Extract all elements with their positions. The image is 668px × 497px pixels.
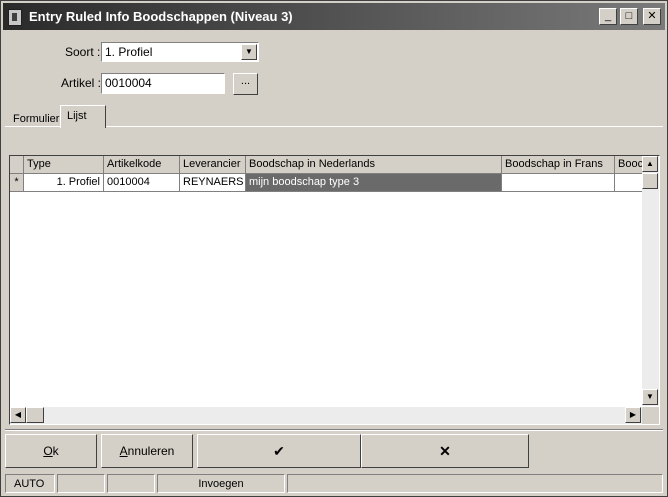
status-insert-mode: Invoegen [157, 474, 285, 493]
ok-accel: O [43, 444, 53, 458]
title-bar[interactable]: Entry Ruled Info Boodschappen (Niveau 3)… [3, 3, 665, 30]
status-panel-5 [287, 474, 663, 493]
status-bar: AUTO Invoegen [5, 474, 665, 493]
artikel-input[interactable]: 0010004 [101, 73, 225, 94]
tab-divider-left [5, 126, 60, 127]
status-mode: AUTO [5, 474, 55, 493]
confirm-button[interactable]: ✔ [197, 434, 361, 468]
maximize-button[interactable]: □ [620, 8, 638, 25]
tab-divider [106, 126, 663, 127]
minimize-button[interactable]: _ [599, 8, 617, 25]
main-window: Entry Ruled Info Boodschappen (Niveau 3)… [0, 0, 668, 497]
table-cell-type[interactable]: 1. Profiel [24, 174, 104, 192]
chevron-down-icon[interactable]: ▼ [241, 44, 257, 60]
ok-button[interactable]: Ok [5, 434, 97, 468]
horizontal-scroll-thumb[interactable] [26, 407, 44, 423]
annuleren-accel: A [119, 444, 128, 458]
cancel-x-button[interactable]: ✕ [361, 434, 529, 468]
vertical-scrollbar[interactable]: ▲ ▼ [642, 156, 659, 406]
window-title: Entry Ruled Info Boodschappen (Niveau 3) [29, 9, 293, 24]
browse-button[interactable]: ... [233, 73, 258, 95]
status-panel-3 [107, 474, 155, 493]
scroll-right-icon[interactable]: ▶ [625, 407, 641, 423]
column-header-artikelkode[interactable]: Artikelkode [104, 156, 180, 174]
table-cell-boodschap-nl[interactable]: mijn boodschap type 3 [246, 174, 502, 192]
annuleren-label-rest: nnuleren [127, 444, 175, 458]
soort-label: Soort : [65, 45, 101, 59]
table-cell-boodschap-fr[interactable] [502, 174, 615, 192]
footer-separator [5, 429, 663, 431]
scroll-down-icon[interactable]: ▼ [642, 389, 658, 405]
ok-label-rest: k [52, 444, 59, 458]
column-header-boodschap-fr[interactable]: Boodschap in Frans [502, 156, 615, 174]
column-header-type[interactable]: Type [24, 156, 104, 174]
annuleren-button[interactable]: Annuleren [101, 434, 193, 468]
column-header-boodschap-nl[interactable]: Boodschap in Nederlands [246, 156, 502, 174]
soort-select[interactable]: 1. Profiel ▼ [101, 42, 259, 62]
row-indicator[interactable]: * [10, 174, 24, 192]
column-header-boodschap-extra[interactable]: Booc [615, 156, 645, 174]
table-cell-artikelkode[interactable]: 0010004 [104, 174, 180, 192]
scroll-left-icon[interactable]: ◀ [10, 407, 26, 423]
data-grid[interactable]: Type Artikelkode Leverancier Boodschap i… [9, 155, 660, 425]
row-header-corner [10, 156, 24, 174]
table-cell-boodschap-extra[interactable] [615, 174, 645, 192]
close-button[interactable]: ✕ [643, 8, 661, 25]
status-panel-2 [57, 474, 105, 493]
horizontal-scrollbar[interactable]: ◀ ▶ [10, 407, 642, 424]
close-icon: ✕ [439, 443, 451, 459]
scroll-corner [642, 407, 659, 424]
soort-value: 1. Profiel [105, 45, 153, 59]
check-icon: ✔ [273, 443, 285, 459]
artikel-label: Artikel : [61, 76, 102, 90]
vertical-scroll-thumb[interactable] [642, 173, 658, 189]
scroll-up-icon[interactable]: ▲ [642, 156, 658, 172]
column-header-leverancier[interactable]: Leverancier [180, 156, 246, 174]
app-icon[interactable] [8, 9, 22, 26]
table-cell-leverancier[interactable]: REYNAERS [180, 174, 246, 192]
tab-lijst[interactable]: Lijst [60, 105, 106, 128]
